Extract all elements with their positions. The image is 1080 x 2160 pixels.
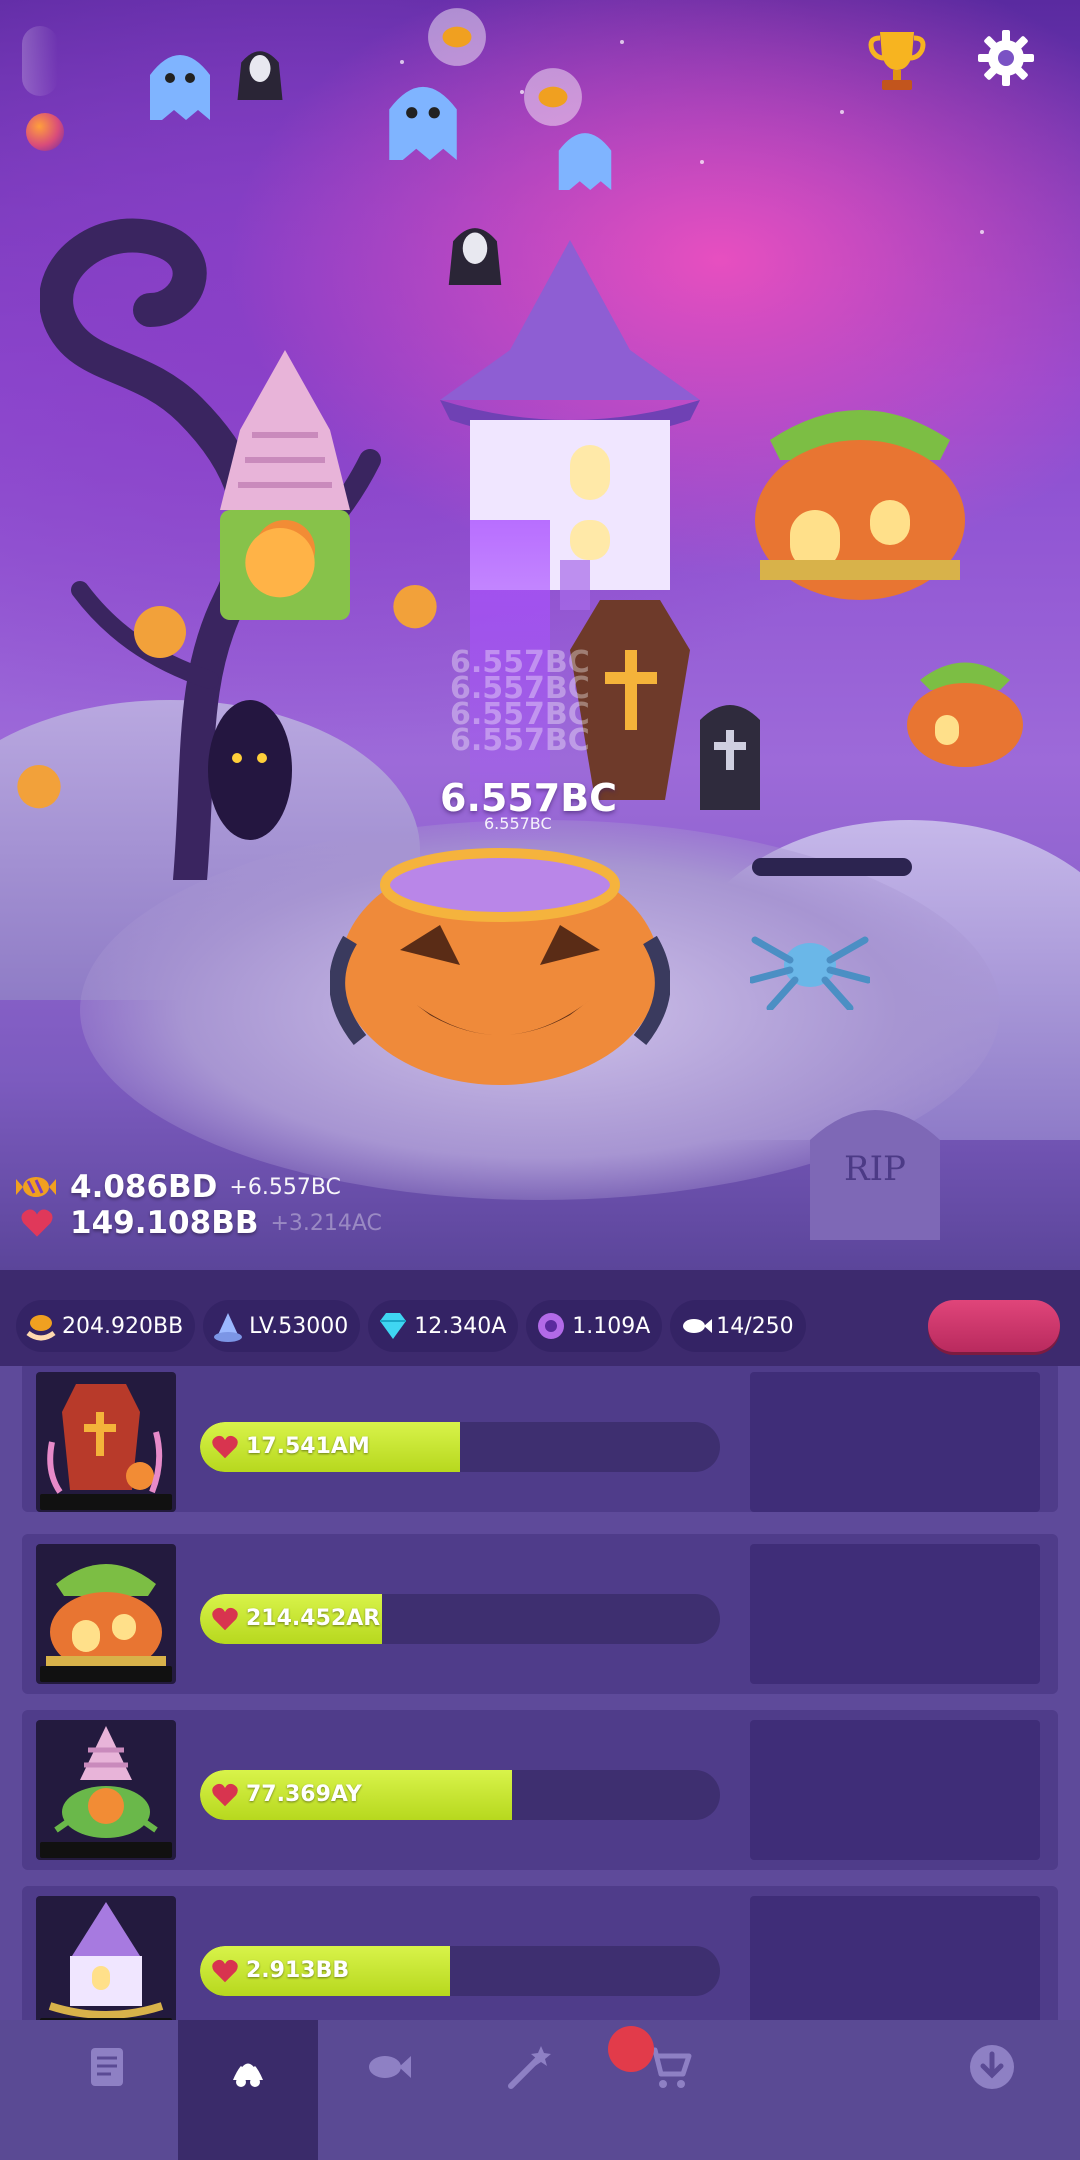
page-title	[22, 26, 58, 96]
ghost	[558, 133, 612, 190]
item-progress: 2.913BB	[200, 1946, 720, 1996]
download-arrow-icon	[970, 2045, 1014, 2089]
lantern	[393, 585, 437, 629]
game-scene[interactable]: RIP 6.557BC 6.557BC 6.557BC 6.557BC 6.55…	[0, 0, 1080, 1270]
candy-hand-icon	[24, 1309, 58, 1343]
lantern	[134, 606, 186, 658]
bottom-tab-bar	[0, 2020, 1080, 2160]
tab-tasks[interactable]	[38, 2020, 178, 2160]
item-thumbnail	[36, 1544, 176, 1684]
gems-value: 12.340A	[414, 1313, 507, 1339]
tab-hermit-crab[interactable]	[178, 2020, 318, 2160]
heart-icon	[212, 1607, 238, 1631]
floating-trail: 6.557BC 6.557BC 6.557BC 6.557BC	[450, 645, 590, 758]
auto-production-timer[interactable]	[26, 112, 74, 152]
clock-orb-icon	[26, 113, 64, 151]
small-pumpkin-house	[907, 662, 1023, 767]
reaper	[448, 228, 502, 285]
reaper	[237, 51, 283, 100]
lantern	[17, 765, 61, 809]
orbs-value: 1.109A	[572, 1313, 651, 1339]
max-level-button[interactable]	[750, 1544, 1040, 1684]
new-badge	[608, 2026, 654, 2072]
stat-candy-stock[interactable]: 204.920BB	[16, 1300, 196, 1352]
candy-rate: +6.557BC	[229, 1174, 341, 1200]
item-progress: 17.541AM	[200, 1422, 720, 1472]
pumpkin-house	[755, 410, 965, 600]
item-value: 214.452AR	[246, 1606, 381, 1631]
svg-text:RIP: RIP	[844, 1149, 906, 1189]
max-level-button[interactable]	[750, 1896, 1040, 2020]
floating-gain-small: 6.557BC	[484, 814, 552, 833]
stat-fish[interactable]: 14/250	[670, 1300, 806, 1352]
ghost	[150, 55, 210, 120]
pumpkin-cauldron[interactable]	[330, 840, 670, 1100]
candy-bubble-icon[interactable]	[426, 6, 488, 68]
fish-icon	[678, 1309, 713, 1343]
heart-total: 149.108BB	[70, 1205, 259, 1241]
heart-icon	[21, 1209, 53, 1237]
stat-bar: 204.920BB LV.53000 12.340A 1.109A 14/250	[16, 1296, 1064, 1356]
close-button[interactable]	[922, 2020, 1062, 2160]
item-thumbnail	[36, 1720, 176, 1860]
max-level-button[interactable]	[750, 1372, 1040, 1512]
item-progress: 214.452AR	[200, 1594, 720, 1644]
candy-bubble-icon[interactable]	[522, 66, 584, 128]
heart-icon	[212, 1959, 238, 1983]
item-thumbnail	[36, 1896, 176, 2020]
level-value: LV.53000	[249, 1313, 349, 1339]
upgrade-list[interactable]: 17.541AM 214.452AR 77.369AY 2.913BB	[0, 1366, 1080, 2020]
trophy-icon[interactable]	[868, 28, 926, 92]
ghost	[389, 86, 457, 160]
lantern	[245, 528, 315, 598]
item-value: 2.913BB	[246, 1958, 350, 1983]
manage-button[interactable]	[928, 1300, 1060, 1352]
candy-stock-value: 204.920BB	[62, 1313, 184, 1339]
stat-level[interactable]: LV.53000	[203, 1300, 361, 1352]
item-value: 17.541AM	[246, 1434, 370, 1459]
stat-gems[interactable]: 12.340A	[368, 1300, 519, 1352]
list-item: 214.452AR	[22, 1534, 1058, 1694]
diamond-icon	[376, 1309, 410, 1343]
heart-icon	[212, 1435, 238, 1459]
tab-magic[interactable]	[458, 2020, 598, 2160]
tombstone-dark	[700, 705, 760, 810]
production-progress	[752, 858, 912, 876]
max-level-button[interactable]	[750, 1720, 1040, 1860]
tab-fish[interactable]	[318, 2020, 458, 2160]
heart-currency: 149.108BB +3.214AC	[16, 1198, 382, 1248]
item-thumbnail	[36, 1372, 176, 1512]
list-item: 17.541AM	[22, 1366, 1058, 1512]
list-item: 77.369AY	[22, 1710, 1058, 1870]
rip-tombstone: RIP	[810, 1110, 940, 1240]
fish-value: 14/250	[716, 1313, 794, 1339]
scroll-icon	[91, 2048, 123, 2086]
orb-icon	[534, 1309, 568, 1343]
item-value: 77.369AY	[246, 1782, 362, 1807]
hermit-crab-icon	[211, 1309, 245, 1343]
fish-icon	[369, 2056, 411, 2078]
gear-icon[interactable]	[976, 28, 1036, 88]
heart-icon	[212, 1783, 238, 1807]
magic-wand-icon	[508, 2046, 551, 2089]
hermit-crab-icon	[233, 2060, 263, 2087]
list-item: 2.913BB	[22, 1886, 1058, 2020]
heart-rate: +3.214AC	[270, 1210, 382, 1236]
item-progress: 77.369AY	[200, 1770, 720, 1820]
stat-orbs[interactable]: 1.109A	[526, 1300, 663, 1352]
spider[interactable]	[750, 920, 870, 1010]
